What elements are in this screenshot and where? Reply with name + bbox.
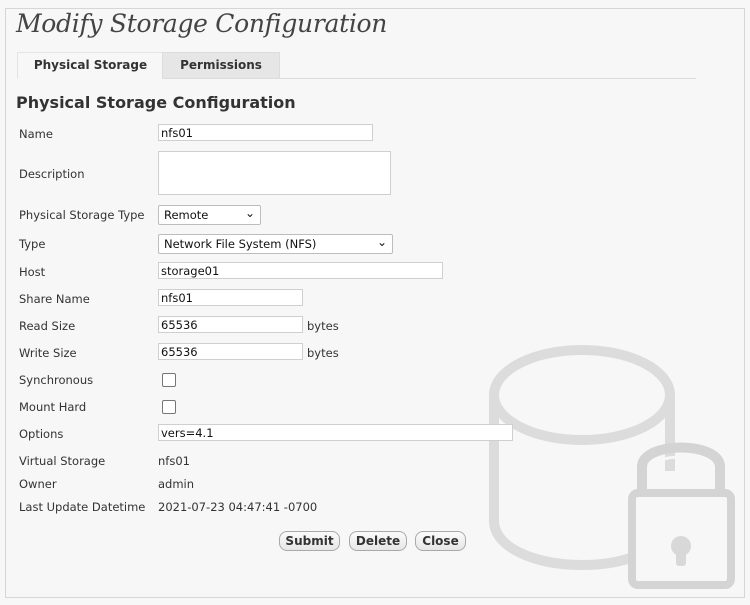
physical-storage-type-select[interactable]: Remote ⌄ bbox=[158, 205, 261, 225]
last-update-label: Last Update Datetime bbox=[19, 500, 146, 514]
name-label: Name bbox=[19, 127, 53, 141]
synchronous-checkbox[interactable] bbox=[162, 373, 176, 387]
type-select[interactable]: Network File System (NFS) ⌄ bbox=[158, 234, 393, 254]
physical-storage-type-label: Physical Storage Type bbox=[19, 208, 145, 222]
host-label: Host bbox=[19, 265, 46, 279]
last-update-value: 2021-07-23 04:47:41 -0700 bbox=[158, 500, 318, 514]
write-size-label: Write Size bbox=[19, 346, 77, 360]
read-size-unit: bytes bbox=[307, 319, 339, 333]
virtual-storage-label: Virtual Storage bbox=[19, 454, 106, 468]
close-button[interactable]: Close bbox=[415, 531, 466, 551]
name-input[interactable] bbox=[158, 124, 373, 141]
chevron-down-icon: ⌄ bbox=[244, 206, 255, 220]
section-title: Physical Storage Configuration bbox=[16, 93, 296, 112]
synchronous-label: Synchronous bbox=[19, 373, 94, 387]
delete-button[interactable]: Delete bbox=[349, 531, 407, 551]
host-input[interactable] bbox=[158, 262, 443, 279]
share-name-input[interactable] bbox=[158, 289, 303, 306]
submit-button[interactable]: Submit bbox=[279, 531, 340, 551]
tab-physical-storage[interactable]: Physical Storage bbox=[17, 52, 164, 79]
read-size-label: Read Size bbox=[19, 319, 76, 333]
options-label: Options bbox=[19, 427, 64, 441]
options-input[interactable] bbox=[158, 424, 513, 441]
description-textarea[interactable] bbox=[158, 151, 391, 195]
physical-storage-type-value: Remote bbox=[164, 208, 209, 222]
page-title: Modify Storage Configuration bbox=[16, 9, 388, 38]
mount-hard-checkbox[interactable] bbox=[162, 400, 176, 414]
tab-permissions[interactable]: Permissions bbox=[162, 52, 280, 79]
write-size-unit: bytes bbox=[307, 346, 339, 360]
type-label: Type bbox=[19, 237, 46, 251]
type-value: Network File System (NFS) bbox=[164, 237, 317, 251]
chevron-down-icon: ⌄ bbox=[376, 235, 387, 249]
tab-bar: Physical Storage Permissions bbox=[17, 52, 696, 79]
read-size-input[interactable] bbox=[158, 316, 303, 333]
virtual-storage-value: nfs01 bbox=[158, 454, 190, 468]
owner-label: Owner bbox=[19, 477, 57, 491]
write-size-input[interactable] bbox=[158, 343, 303, 360]
owner-value: admin bbox=[158, 477, 195, 491]
share-name-label: Share Name bbox=[19, 292, 90, 306]
description-label: Description bbox=[19, 167, 85, 181]
storage-lock-icon bbox=[489, 345, 735, 589]
mount-hard-label: Mount Hard bbox=[19, 400, 87, 414]
